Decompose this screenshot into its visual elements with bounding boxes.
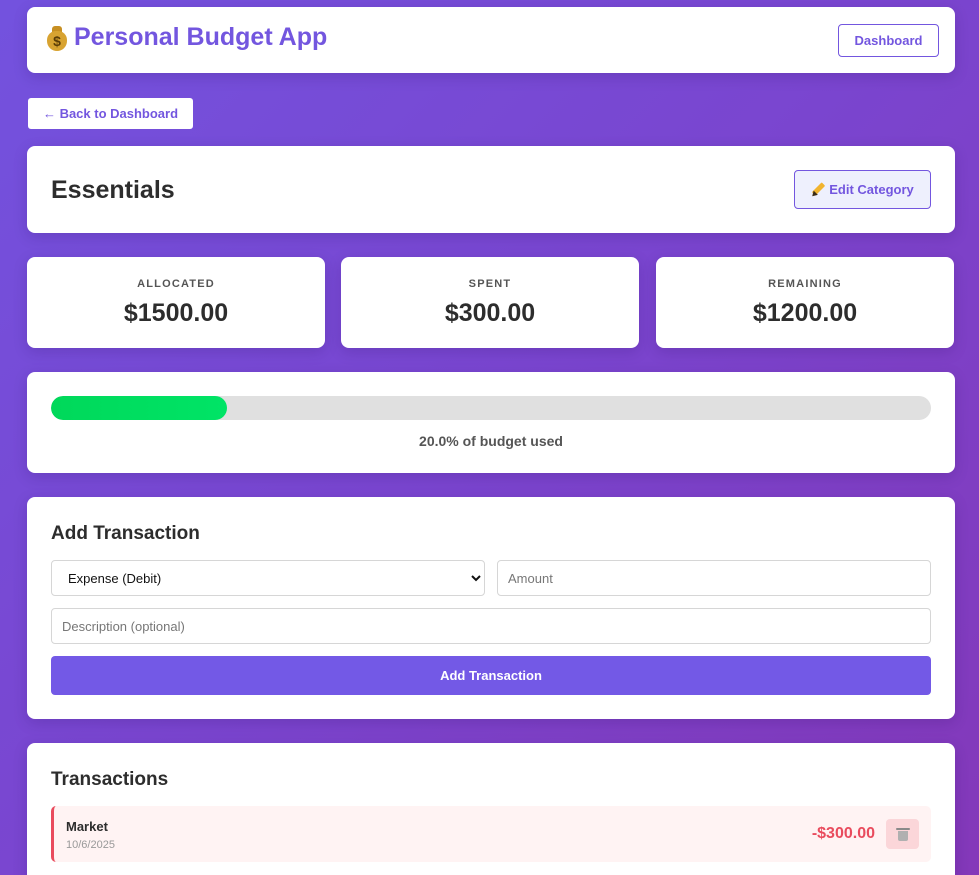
remaining-label: REMAINING <box>768 278 842 290</box>
edit-category-label: Edit Category <box>829 182 914 197</box>
app-title-text: Personal Budget App <box>74 23 328 51</box>
spent-label: SPENT <box>468 278 512 290</box>
delete-transaction-button[interactable] <box>886 819 919 849</box>
back-to-dashboard-button[interactable]: ← Back to Dashboard <box>28 98 193 129</box>
app-header: $ Personal Budget App Dashboard <box>27 7 955 73</box>
allocated-stat-card: ALLOCATED $1500.00 <box>27 257 325 348</box>
budget-progress-bar <box>51 396 931 420</box>
category-card: Essentials Edit Category <box>27 146 955 233</box>
pencil-icon <box>810 181 826 198</box>
description-input[interactable] <box>51 608 931 644</box>
trash-icon <box>895 827 910 841</box>
budget-progress-text: 20.0% of budget used <box>419 433 563 449</box>
spent-value: $300.00 <box>444 299 536 327</box>
spent-stat-card: SPENT $300.00 <box>341 257 639 348</box>
transaction-type-select[interactable]: Expense (Debit) <box>51 560 485 596</box>
dashboard-button[interactable]: Dashboard <box>838 24 939 57</box>
remaining-value: $1200.00 <box>752 299 858 327</box>
add-transaction-button[interactable]: Add Transaction <box>51 656 931 695</box>
remaining-stat-card: REMAINING $1200.00 <box>656 257 954 348</box>
transactions-title: Transactions <box>51 769 169 790</box>
allocated-value: $1500.00 <box>123 299 229 327</box>
add-transaction-card: Add Transaction Expense (Debit) Add Tran… <box>27 497 955 719</box>
budget-progress-card: 20.0% of budget used <box>27 372 955 473</box>
add-transaction-title: Add Transaction <box>51 523 200 544</box>
allocated-label: ALLOCATED <box>137 278 215 290</box>
app-title: $ Personal Budget App <box>46 23 327 52</box>
money-bag-icon: $ <box>46 25 68 51</box>
budget-progress-fill <box>51 396 227 420</box>
transaction-amount: -$300.00 <box>811 825 875 842</box>
transaction-date: 10/6/2025 <box>66 839 115 851</box>
transaction-description: Market <box>66 819 108 834</box>
category-name: Essentials <box>51 176 175 204</box>
transaction-row: Market 10/6/2025 -$300.00 <box>51 806 931 862</box>
amount-input[interactable] <box>497 560 931 596</box>
edit-category-button[interactable]: Edit Category <box>794 170 931 209</box>
transactions-card: Transactions Market 10/6/2025 -$300.00 <box>27 743 955 875</box>
